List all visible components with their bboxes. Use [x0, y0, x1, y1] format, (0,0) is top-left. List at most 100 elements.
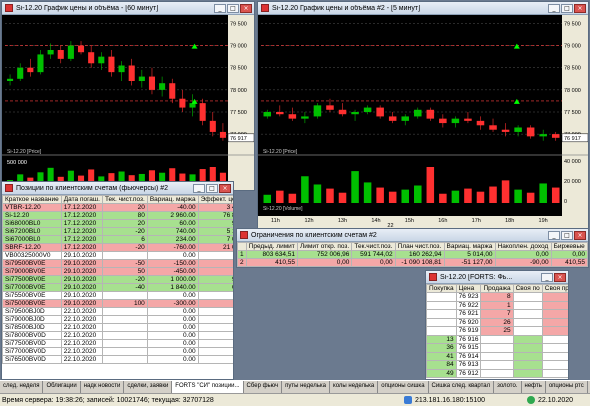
table-row[interactable]: Si77500BV0D22.10.2020 0.000 — [2, 339, 233, 348]
limits-table[interactable]: Предыд. лимит Лимит откр. поз. Тек.чист.по… — [237, 242, 588, 267]
candle-body — [426, 109, 435, 119]
y-tick-label: 77 500 — [564, 110, 581, 116]
chart-window-5min[interactable]: Si-12.20 График цены и объёма #2 - [5 ми… — [257, 1, 589, 229]
table-row[interactable]: Si79500BJ0D22.10.2020 0.000 — [2, 307, 233, 316]
close-button[interactable]: × — [240, 3, 252, 13]
candle-body — [464, 118, 472, 121]
table-row[interactable]: Si75500BV0E29.10.2020 0.000 — [2, 291, 233, 300]
maximize-button[interactable]: □ — [561, 230, 573, 240]
table-row[interactable]: Si78500BJ0D22.10.2020 0.000 — [2, 323, 233, 332]
workspace-tab[interactable]: колы неделька — [330, 381, 379, 393]
maximize-button[interactable]: □ — [561, 3, 573, 13]
table-row[interactable]: Si77500BV0E29.10.2020-201 000.00943 — [2, 275, 233, 284]
orderbook-cell — [541, 368, 568, 378]
workspace-tab[interactable]: золото. — [494, 381, 522, 393]
workspace-tab[interactable]: Сбер фьюч — [244, 381, 283, 393]
orderbook-row[interactable]: 76 923 8 — [426, 292, 568, 302]
table-row[interactable]: Si78000BV0D22.10.2020 0.000 — [2, 331, 233, 340]
positions-table[interactable]: Краткое название Дата погаш. Тек. чист.поз… — [2, 195, 233, 364]
orderbook-cell: 76 915 — [455, 343, 482, 353]
table-cell: 0 — [197, 291, 233, 300]
orderbook-row[interactable]: 76 921 7 — [426, 309, 568, 319]
maximize-button[interactable]: □ — [206, 183, 218, 193]
limits-window[interactable]: Ограничения по клиентским счетам #2 _ □ × П… — [236, 228, 589, 268]
table-cell: 0.00 — [146, 251, 199, 260]
chart-window-60min[interactable]: Si-12.20 График цены и объёма - [60 мину… — [1, 1, 255, 191]
table-cell: 0,00 — [351, 258, 396, 267]
table-row[interactable]: Si68000BL017.12.20202060.00992 — [2, 219, 233, 228]
minimize-button[interactable]: _ — [548, 230, 560, 240]
orderbook-row[interactable]: 76 919 25 — [426, 326, 568, 336]
workspace-tab[interactable]: след. неделя — [0, 381, 44, 393]
orderbook-cell: 7 — [480, 309, 514, 319]
workspace-tab[interactable]: Облигации — [43, 381, 81, 393]
workspace-tab[interactable]: путы неделька — [282, 381, 330, 393]
table-cell: 20 — [101, 219, 148, 228]
title-bar[interactable]: Si-12.20 График цены и объёма - [60 мину… — [2, 2, 254, 15]
workspace-tab[interactable]: нефть — [522, 381, 546, 393]
close-button[interactable]: × — [219, 183, 231, 193]
table-row[interactable]: Si79000BJ0D22.10.2020 0.000 — [2, 315, 233, 324]
table-row[interactable]: 2 410,55 0,00 0,00 -1 090 108,81 -51 127,00 -9… — [237, 258, 588, 267]
orderbook-cell: 76 920 — [455, 317, 482, 327]
table-row[interactable]: 1 803 634,51 752 006,96 591 744,02 160 262,9… — [237, 250, 588, 259]
volume-bar — [476, 191, 485, 203]
table-row[interactable]: Si-12.2017.12.2020802 960.0076 893 — [2, 211, 233, 220]
window-title: Si-12.20 График цены и объёма - [60 мину… — [16, 4, 159, 12]
orderbook-row[interactable]: 84 76 913 — [426, 360, 568, 370]
table-cell: 29.10.2020 — [60, 291, 103, 300]
workspace-tab[interactable]: опционы ртс — [546, 381, 588, 393]
table-cell: 1 840.00 — [146, 283, 199, 292]
minimize-button[interactable]: _ — [541, 272, 553, 282]
table-row[interactable]: Si76500BV0D22.10.2020 0.000 — [2, 355, 233, 364]
table-row[interactable]: VTBR-12.2017.12.202020-40.003 485 — [2, 203, 233, 212]
orderbook-row[interactable]: 41 76 914 — [426, 351, 568, 361]
title-bar[interactable]: Si-12.20 График цены и объёма #2 - [5 ми… — [258, 2, 588, 15]
table-row[interactable]: Si77000BV0D22.10.2020 0.000 — [2, 347, 233, 356]
column-header: Дата погаш. — [60, 195, 103, 204]
price-chart[interactable]: 79 50079 00078 50078 00077 50077 00076 9… — [2, 15, 254, 190]
minimize-button[interactable]: _ — [214, 3, 226, 13]
workspace-tab[interactable]: сделки, заявки — [124, 381, 173, 393]
table-row[interactable]: Si67000BL017.12.20206234.007 000 — [2, 235, 233, 244]
table-row[interactable]: SBRF-12.2017.12.2020-20-760.0021 019 — [2, 243, 233, 252]
orderbook-window[interactable]: Si-12.20 [FORTS: Фь... _ × Покупка Цена Прод… — [425, 270, 569, 380]
workspace-tab[interactable]: FORTS "СИ" позиции... — [172, 381, 244, 393]
close-button[interactable]: × — [574, 230, 586, 240]
orderbook-row[interactable]: 76 922 1 — [426, 300, 568, 310]
table-cell: Si-12.20 — [2, 211, 62, 220]
table-cell: VTBR-12.20 — [2, 203, 62, 212]
title-bar[interactable]: Si-12.20 [FORTS: Фь... _ × — [426, 271, 568, 284]
price-chart[interactable]: 79 50079 00078 50078 00077 50077 00076 9… — [258, 15, 588, 228]
table-row[interactable]: Si77000BV0E29.10.2020-401 840.00623 — [2, 283, 233, 292]
table-row[interactable]: Si67200BL017.12.2020-20740.005 182 — [2, 227, 233, 236]
candle-body — [489, 125, 497, 130]
positions-window[interactable]: Позиции по клиентским счетам (фьючерсы) … — [1, 181, 234, 380]
workspace-tab[interactable]: надк новости — [81, 381, 125, 393]
table-cell: 0.00 — [146, 291, 199, 300]
table-row[interactable]: Si75000BV0E29.10.2020100-300.0047 — [2, 299, 233, 308]
candle-body — [476, 120, 485, 126]
orderbook-cell — [541, 309, 568, 319]
close-button[interactable]: × — [574, 3, 586, 13]
table-row[interactable]: Si79500BV0E29.10.2020-50-150.0062 — [2, 259, 233, 268]
volume-tick-label: 0 — [564, 199, 567, 205]
title-bar[interactable]: Ограничения по клиентским счетам #2 _ □ × — [237, 229, 588, 242]
candle-body — [263, 112, 272, 117]
window-title: Si-12.20 [FORTS: Фь... — [440, 273, 513, 281]
orderbook-row[interactable]: 36 76 915 — [426, 343, 568, 353]
table-row[interactable]: VB00325000V029.10.2020 0.000 — [2, 251, 233, 260]
orderbook-cell: 8 — [480, 292, 514, 302]
minimize-button[interactable]: _ — [548, 3, 560, 13]
workspace-tab[interactable]: опционы сишка — [378, 381, 429, 393]
minimize-button[interactable]: _ — [193, 183, 205, 193]
close-button[interactable]: × — [554, 272, 566, 282]
title-bar[interactable]: Позиции по клиентским счетам (фьючерсы) … — [2, 182, 233, 195]
orderbook-table[interactable]: Покупка Цена Продажа Своя по Своя пр 76 923 8… — [426, 284, 568, 378]
orderbook-row[interactable]: 76 920 26 — [426, 317, 568, 327]
maximize-button[interactable]: □ — [227, 3, 239, 13]
table-row[interactable]: Si79000BV0E29.10.202050-450.0092 — [2, 267, 233, 276]
orderbook-row[interactable]: 49 76 912 — [426, 368, 568, 378]
orderbook-row[interactable]: 13 76 916 — [426, 334, 568, 344]
workspace-tab[interactable]: Сишка след. квартал — [429, 381, 495, 393]
